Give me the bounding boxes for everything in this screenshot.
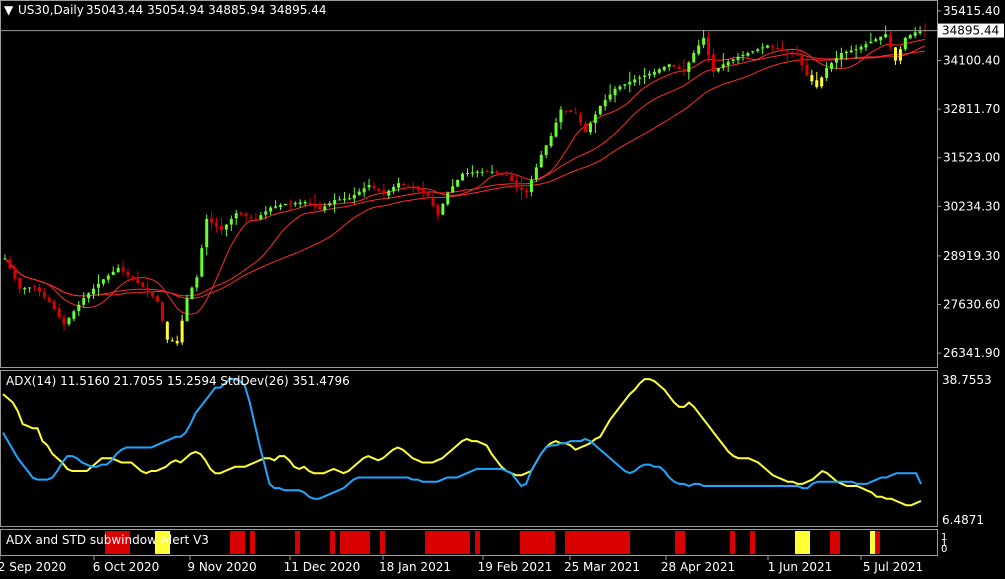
adx-top-tick: 38.7553: [942, 373, 992, 387]
alert-block-red: [730, 531, 735, 554]
candle: [903, 36, 907, 52]
trading-chart[interactable]: 35415.40 34100.40 32811.70 31523.00 30234.30…: [0, 0, 1005, 579]
candle: [141, 282, 145, 288]
alert-block-yellow: [870, 531, 875, 554]
candle: [441, 202, 445, 216]
price-tick-label: 32811.70: [943, 102, 1000, 116]
price-tick-label: 34100.40: [943, 54, 1000, 68]
price-tick-label: 31523.00: [943, 151, 1000, 165]
alert-block-red: [675, 531, 685, 554]
alert-block-red: [425, 531, 470, 554]
candle: [446, 191, 450, 207]
candle: [190, 286, 194, 300]
collapse-triangle-icon[interactable]: ▼: [4, 3, 14, 17]
price-tick-label: 35415.40: [943, 4, 1000, 18]
alert-block-red: [475, 531, 480, 554]
alert-block-red: [565, 531, 630, 554]
alert-block-red: [250, 531, 255, 554]
date-tick-label: 19 Feb 2021: [478, 560, 553, 574]
date-tick-label: 6 Oct 2020: [93, 560, 160, 574]
current-price-label: 34895.44: [942, 24, 999, 38]
candle: [200, 244, 204, 278]
price-tick-label: 30234.30: [943, 199, 1000, 213]
date-tick-label: 18 Jan 2021: [379, 560, 451, 574]
date-tick-label: 1 Jun 2021: [768, 560, 833, 574]
alert-block-red: [380, 531, 385, 554]
alert-block-red: [830, 531, 840, 554]
alert-indicator-label: ADX and STD subwindow Alert V3: [6, 533, 209, 547]
price-tick-label: 26341.90: [943, 346, 1000, 360]
candle: [456, 179, 460, 188]
date-tick-label: 25 Mar 2021: [564, 560, 640, 574]
alert-block-red: [520, 531, 555, 554]
price-tick-label: 27630.60: [943, 298, 1000, 312]
alert-block-red: [340, 531, 370, 554]
alert-block-red: [330, 531, 335, 554]
candle: [569, 109, 573, 113]
candle: [185, 294, 189, 322]
date-tick-label: 2 Sep 2020: [0, 560, 66, 574]
date-tick-label: 5 Jul 2021: [863, 560, 923, 574]
date-tick-label: 9 Nov 2020: [187, 560, 256, 574]
alert-block-red: [295, 531, 300, 554]
candle: [598, 105, 602, 116]
alert-tick-bottom: 0: [941, 544, 947, 555]
symbol-label: US30,Daily: [18, 3, 84, 17]
adx-indicator-label: ADX(14) 11.5160 21.7055 15.2594 StdDev(2…: [6, 374, 350, 388]
date-tick-label: 11 Dec 2020: [284, 560, 361, 574]
date-tick-label: 28 Apr 2021: [661, 560, 735, 574]
price-tick-label: 28919.30: [943, 249, 1000, 263]
candle: [160, 300, 164, 323]
alert-block-red: [750, 531, 755, 554]
alert-block-red: [875, 531, 880, 554]
adx-bottom-tick: 6.4871: [942, 513, 984, 527]
alert-block-yellow: [795, 531, 810, 554]
alert-block-red: [230, 531, 245, 554]
ohlc-text: 35043.44 35054.94 34885.94 34895.44: [86, 3, 326, 17]
